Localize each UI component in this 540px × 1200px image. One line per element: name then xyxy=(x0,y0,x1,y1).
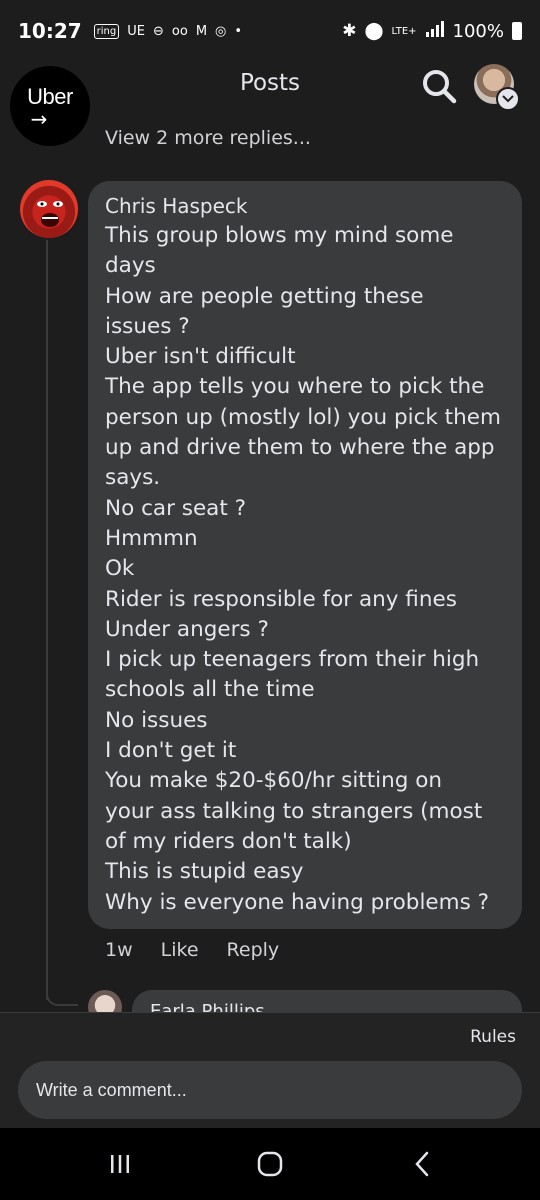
recent-apps-button[interactable] xyxy=(80,1128,160,1200)
comment-line: your ass talking to strangers (most xyxy=(105,798,483,824)
status-right: ✱ ⬤ LTE+ 100% xyxy=(342,20,522,42)
comment-line: No car seat ? xyxy=(105,495,247,521)
ring-app-icon: ring xyxy=(93,23,120,39)
view-more-replies-link[interactable]: View 2 more replies... xyxy=(105,127,311,149)
home-button[interactable] xyxy=(230,1128,310,1200)
arrow-right-icon: → xyxy=(30,107,48,131)
comment-line: issues ? xyxy=(105,313,190,339)
comment-author[interactable]: Chris Haspeck xyxy=(105,191,505,221)
search-icon xyxy=(423,70,457,104)
commenter-avatar[interactable] xyxy=(20,180,78,238)
comment-line: I pick up teenagers from their high xyxy=(105,647,480,673)
network-type: LTE+ xyxy=(391,25,417,37)
comment-line: says. xyxy=(105,465,161,491)
app-header: Uber → Posts xyxy=(0,62,540,146)
comment-line: I don't get it xyxy=(105,738,237,764)
comment-line: The app tells you where to pick the xyxy=(105,374,485,400)
comment-line: Under angers ? xyxy=(105,616,269,642)
search-button[interactable] xyxy=(419,66,459,106)
comment-line: How are people getting these xyxy=(105,283,424,309)
home-icon xyxy=(257,1151,283,1177)
ue-badge: UE xyxy=(127,23,145,39)
comment-composer: Rules xyxy=(0,1012,540,1129)
uber-logo-button[interactable]: Uber → xyxy=(10,66,90,146)
thread-line xyxy=(46,240,48,1000)
recents-icon xyxy=(111,1155,129,1173)
battery-icon xyxy=(512,22,522,40)
comment-line: schools all the time xyxy=(105,677,315,703)
comment-line: No issues xyxy=(105,707,208,733)
sync-icon: ◎ xyxy=(215,23,227,39)
comment-timestamp[interactable]: 1w xyxy=(105,939,133,961)
status-bar: 10:27 ring UE ⊖ oo M ◎ • ✱ ⬤ LTE+ 100% xyxy=(0,0,540,62)
reply-button[interactable]: Reply xyxy=(227,939,280,961)
comment-line: Rider is responsible for any fines xyxy=(105,586,457,612)
signal-icon xyxy=(425,20,445,42)
reply-connector xyxy=(46,990,78,1006)
profile-menu-chevron[interactable] xyxy=(496,87,520,111)
battery-percent: 100% xyxy=(452,20,504,42)
voicemail-icon: oo xyxy=(171,23,188,39)
back-icon xyxy=(415,1151,429,1177)
comment-line: You make $20-$60/hr sitting on xyxy=(105,768,443,794)
status-time: 10:27 xyxy=(18,19,82,43)
comment-line: Why is everyone having problems ? xyxy=(105,889,490,915)
comment-input[interactable] xyxy=(18,1061,522,1119)
comment-line: Hmmmn xyxy=(105,525,198,551)
rules-link[interactable]: Rules xyxy=(470,1027,516,1047)
gmail-icon: M xyxy=(195,23,208,39)
db-icon: ⊖ xyxy=(152,23,164,39)
comment-line: up and drive them to where the app xyxy=(105,435,495,461)
comment-line: Uber isn't difficult xyxy=(105,344,296,370)
location-icon: ⬤ xyxy=(364,21,384,41)
bluetooth-icon: ✱ xyxy=(342,21,357,41)
like-button[interactable]: Like xyxy=(161,939,199,961)
chevron-down-icon xyxy=(502,95,514,103)
comment-actions: 1w Like Reply xyxy=(105,939,279,961)
comment-line: This group blows my mind some xyxy=(105,223,454,248)
status-left: 10:27 ring UE ⊖ oo M ◎ • xyxy=(18,19,242,43)
back-button[interactable] xyxy=(382,1128,462,1200)
comment-body: This group blows my mind some days How a… xyxy=(105,221,505,918)
comment-line: This is stupid easy xyxy=(105,859,304,885)
comment-line: days xyxy=(105,253,156,279)
comment-line: person up (mostly lol) you pick them xyxy=(105,404,501,430)
comment-line: of my riders don't talk) xyxy=(105,828,352,854)
dot-icon: • xyxy=(234,23,243,39)
comment-bubble: Chris Haspeck This group blows my mind s… xyxy=(88,181,522,929)
comment-line: Ok xyxy=(105,556,135,582)
system-nav-bar xyxy=(0,1128,540,1200)
